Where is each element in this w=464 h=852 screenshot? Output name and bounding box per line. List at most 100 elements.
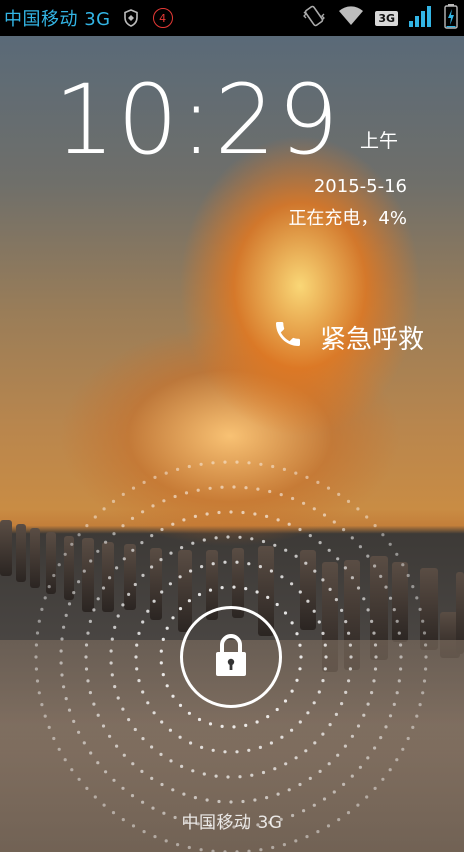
unlock-dot bbox=[140, 541, 144, 545]
unlock-dot bbox=[306, 599, 310, 603]
unlock-dot bbox=[273, 767, 277, 771]
unlock-dot bbox=[64, 613, 68, 617]
unlock-dot bbox=[127, 718, 131, 722]
unlock-dot bbox=[77, 730, 81, 734]
unlock-dot bbox=[384, 585, 388, 589]
unlock-dot bbox=[34, 655, 38, 659]
unlock-dot bbox=[350, 774, 354, 778]
unlock-dot bbox=[84, 667, 89, 671]
unlock-dot bbox=[328, 587, 332, 591]
unlock-dot bbox=[187, 599, 191, 603]
unlock-dot bbox=[280, 735, 284, 739]
unlock-dot bbox=[348, 643, 352, 647]
unlock-dot bbox=[381, 533, 385, 537]
unlock-dot bbox=[358, 765, 362, 769]
unlock-dot bbox=[399, 667, 403, 671]
network-3g-icon: 3G bbox=[375, 10, 398, 26]
unlock-dot bbox=[347, 679, 351, 683]
unlock-dot bbox=[317, 620, 321, 624]
unlock-dot bbox=[290, 728, 294, 732]
unlock-dot bbox=[399, 655, 403, 659]
unlock-dot bbox=[334, 712, 338, 716]
unlock-dot bbox=[316, 480, 320, 484]
unlock-dot bbox=[102, 507, 106, 511]
unlock-dot bbox=[214, 774, 218, 778]
unlock-dot bbox=[326, 486, 331, 490]
unlock-dot bbox=[421, 619, 425, 623]
unlock-dot bbox=[67, 602, 72, 606]
unlock-dot bbox=[337, 492, 341, 496]
unlock-dot bbox=[223, 560, 227, 564]
unlock-dot bbox=[96, 597, 100, 601]
unlock-dot bbox=[137, 631, 141, 635]
unlock-dot bbox=[151, 504, 155, 508]
unlock-dot bbox=[160, 590, 164, 594]
unlock-dot bbox=[141, 573, 145, 577]
unlock-dot bbox=[169, 551, 173, 555]
unlock-dot bbox=[401, 747, 405, 751]
unlock-dot bbox=[108, 734, 112, 738]
unlock-dot bbox=[424, 655, 428, 659]
unlock-dot bbox=[176, 467, 180, 471]
unlock-dot bbox=[273, 543, 277, 547]
unlock-dot bbox=[220, 485, 224, 489]
unlock-dot bbox=[258, 745, 262, 749]
unlock-dot bbox=[121, 603, 125, 607]
unlock-dot bbox=[265, 514, 269, 518]
carrier-label: 中国移动 3G bbox=[4, 9, 111, 30]
unlock-dot bbox=[47, 725, 51, 729]
unlock-dot bbox=[312, 803, 316, 807]
unlock-dot bbox=[160, 720, 164, 724]
unlock-dot bbox=[193, 514, 197, 518]
unlock-dot bbox=[165, 684, 169, 688]
unlock-dot bbox=[373, 667, 378, 671]
vibrate-icon bbox=[301, 3, 327, 33]
unlock-dot bbox=[171, 694, 175, 698]
unlock-dot bbox=[217, 799, 221, 804]
unlock-dot bbox=[247, 748, 251, 752]
unlock-dot bbox=[187, 711, 191, 715]
emergency-call-button[interactable]: 紧急呼救 bbox=[272, 318, 424, 357]
unlock-dot bbox=[308, 534, 312, 538]
unlock-dot bbox=[238, 775, 242, 779]
unlock-dot bbox=[150, 565, 154, 569]
unlock-dot bbox=[178, 735, 182, 739]
unlock-dot bbox=[388, 596, 393, 600]
unlock-dot bbox=[72, 591, 76, 595]
unlock-dot bbox=[59, 649, 63, 653]
unlock-dot bbox=[88, 619, 92, 623]
unlock-dot bbox=[112, 532, 116, 536]
unlock-dot bbox=[374, 655, 378, 659]
unlock-dot bbox=[381, 777, 385, 781]
unlock-dot bbox=[85, 524, 89, 528]
unlock-dot bbox=[70, 768, 74, 772]
unlock-handle[interactable] bbox=[180, 606, 282, 708]
unlock-dot bbox=[64, 697, 68, 701]
lock-icon bbox=[212, 632, 250, 682]
unlock-dot bbox=[266, 595, 270, 599]
unlock-dot bbox=[298, 782, 302, 787]
unlock-dot bbox=[57, 563, 61, 567]
unlock-dot bbox=[302, 501, 306, 505]
unlock-dot bbox=[344, 620, 348, 624]
unlock-dot bbox=[298, 643, 302, 647]
unlock-dot bbox=[312, 609, 316, 613]
unlock-dot bbox=[384, 725, 388, 729]
unlock-dot bbox=[109, 661, 113, 665]
unlock-dot bbox=[232, 585, 236, 589]
unlock-dot bbox=[115, 566, 119, 570]
unlock-dot bbox=[200, 565, 204, 569]
unlock-dot bbox=[340, 608, 344, 612]
unlock-dot bbox=[85, 786, 89, 790]
unlock-dot bbox=[77, 777, 81, 781]
unlock-dot bbox=[202, 538, 206, 542]
unlock-dot bbox=[141, 800, 145, 804]
unlock-dot bbox=[180, 764, 184, 768]
unlock-dot bbox=[146, 701, 150, 705]
unlock-dot bbox=[392, 608, 396, 612]
unlock-dot bbox=[247, 461, 251, 465]
unlock-dot bbox=[57, 747, 61, 751]
unlock-dot bbox=[104, 540, 108, 544]
unlock-dot bbox=[72, 719, 76, 723]
unlock-dot bbox=[313, 741, 317, 745]
